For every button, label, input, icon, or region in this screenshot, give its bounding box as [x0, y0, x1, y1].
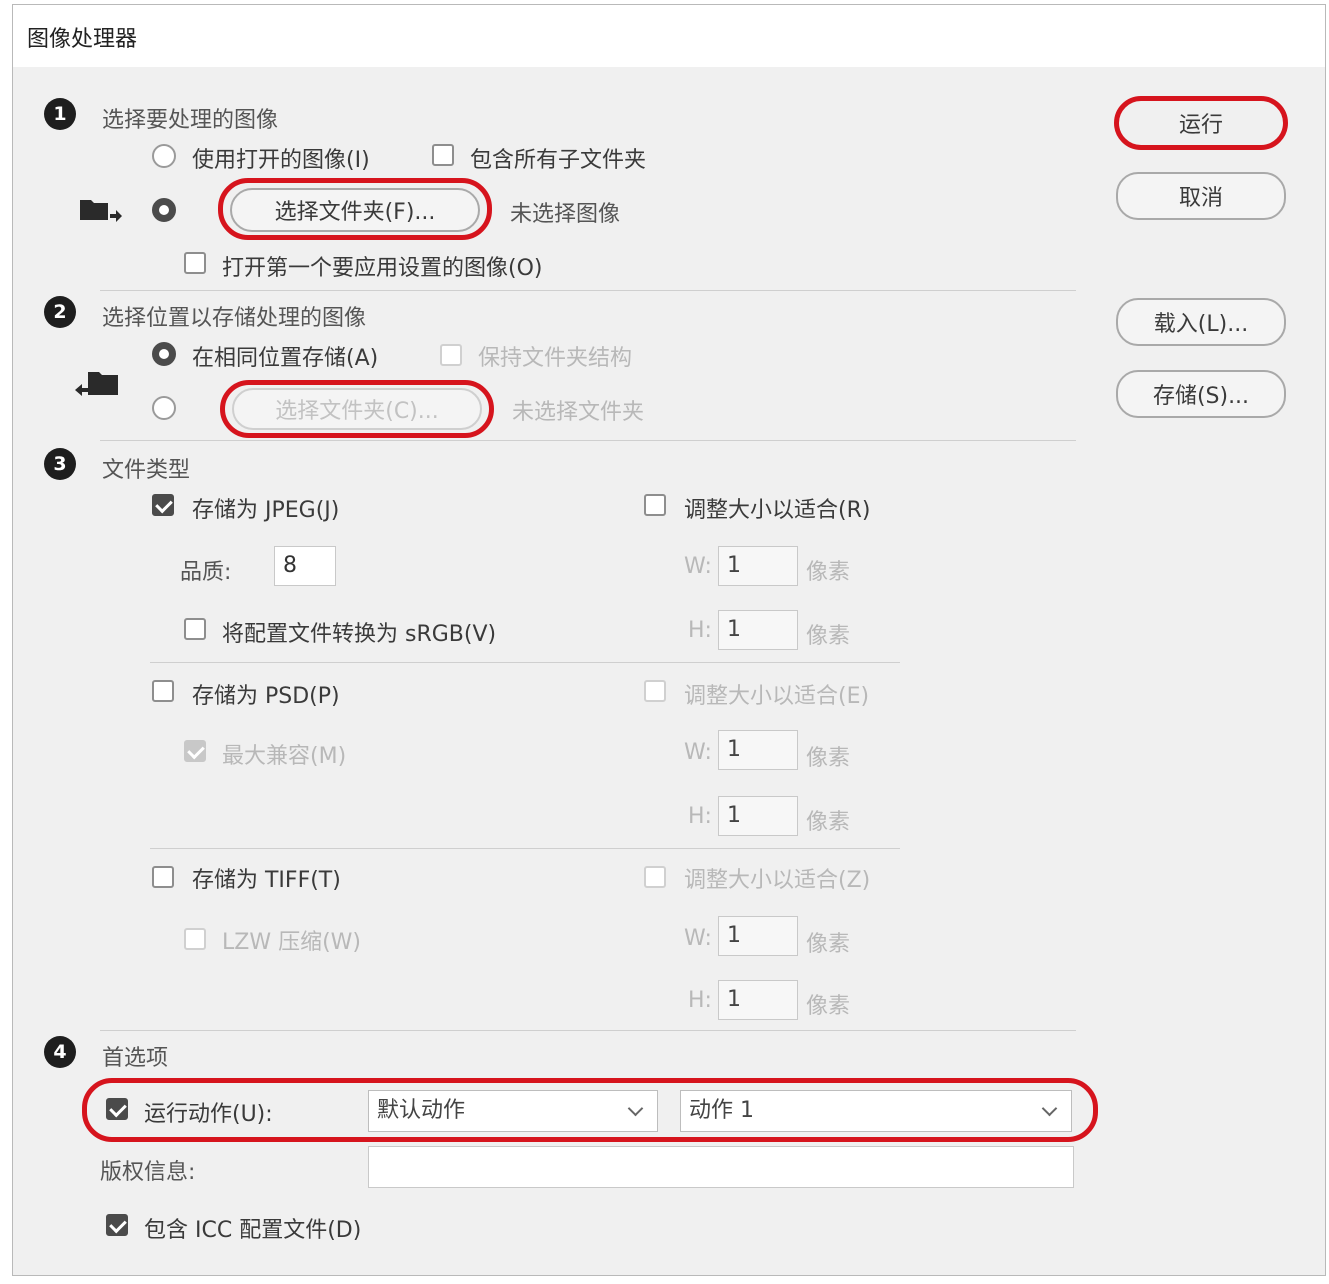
psd-resize-checkbox[interactable] [644, 680, 666, 702]
tiff-height-input[interactable]: 1 [718, 980, 798, 1020]
use-open-images-radio[interactable] [152, 144, 176, 168]
save-as-tiff-label: 存储为 TIFF(T) [192, 868, 341, 893]
run-action-label: 运行动作(U): [144, 1102, 273, 1127]
run-button[interactable]: 运行 [1120, 102, 1282, 144]
convert-srgb-label: 将配置文件转换为 sRGB(V) [222, 622, 497, 647]
section1-title: 选择要处理的图像 [102, 108, 279, 133]
no-folder-status: 未选择文件夹 [512, 400, 645, 425]
keep-folder-structure-checkbox[interactable] [440, 344, 462, 366]
section3-title: 文件类型 [102, 458, 191, 483]
divider [100, 1030, 1076, 1031]
jpeg-resize-label: 调整大小以适合(R) [684, 498, 871, 523]
include-subfolders-label: 包含所有子文件夹 [470, 148, 647, 173]
psd-resize-label: 调整大小以适合(E) [684, 684, 870, 709]
select-destination-radio[interactable] [152, 396, 176, 420]
chevron-down-icon [627, 1100, 644, 1117]
save-as-tiff-checkbox[interactable] [152, 866, 174, 888]
max-compatibility-checkbox[interactable] [184, 740, 206, 762]
step-4-badge: 4 [44, 1036, 76, 1068]
keep-folder-structure-label: 保持文件夹结构 [478, 346, 633, 371]
jpeg-height-label: H: [688, 618, 712, 643]
psd-height-unit: 像素 [806, 810, 851, 835]
jpeg-width-input[interactable]: 1 [718, 546, 798, 586]
save-as-psd-label: 存储为 PSD(P) [192, 684, 340, 709]
section4-title: 首选项 [102, 1046, 169, 1071]
use-open-images-label: 使用打开的图像(I) [192, 148, 370, 173]
include-icc-label: 包含 ICC 配置文件(D) [144, 1218, 362, 1243]
section2-title: 选择位置以存储处理的图像 [102, 306, 367, 331]
select-folder-radio[interactable] [152, 198, 176, 222]
action-set-value: 默认动作 [377, 1098, 466, 1123]
quality-input[interactable]: 8 [274, 546, 336, 586]
run-action-checkbox[interactable] [106, 1098, 128, 1120]
jpeg-height-input[interactable]: 1 [718, 610, 798, 650]
jpeg-resize-checkbox[interactable] [644, 494, 666, 516]
quality-label: 品质: [180, 560, 232, 585]
action-set-dropdown[interactable]: 默认动作 [368, 1090, 658, 1132]
copyright-input[interactable] [368, 1146, 1074, 1188]
jpeg-width-label: W: [684, 554, 712, 579]
psd-width-input[interactable]: 1 [718, 730, 798, 770]
tiff-width-unit: 像素 [806, 932, 851, 957]
source-folder-icon [80, 200, 122, 222]
open-first-image-checkbox[interactable] [184, 252, 206, 274]
tiff-height-unit: 像素 [806, 994, 851, 1019]
save-as-psd-checkbox[interactable] [152, 680, 174, 702]
copyright-label: 版权信息: [100, 1160, 196, 1185]
jpeg-height-unit: 像素 [806, 624, 851, 649]
dialog-title: 图像处理器 [27, 27, 138, 52]
divider [100, 440, 1076, 441]
jpeg-width-unit: 像素 [806, 560, 851, 585]
load-button[interactable]: 载入(L)... [1116, 298, 1286, 346]
save-as-jpeg-checkbox[interactable] [152, 494, 174, 516]
lzw-compression-label: LZW 压缩(W) [222, 930, 361, 955]
tiff-width-label: W: [684, 926, 712, 951]
tiff-width-input[interactable]: 1 [718, 916, 798, 956]
divider [150, 662, 900, 663]
psd-height-label: H: [688, 804, 712, 829]
convert-srgb-checkbox[interactable] [184, 618, 206, 640]
step-3-badge: 3 [44, 448, 76, 480]
open-first-image-label: 打开第一个要应用设置的图像(O) [222, 256, 543, 281]
divider [150, 848, 900, 849]
action-dropdown[interactable]: 动作 1 [680, 1090, 1072, 1132]
action-value: 动作 1 [689, 1098, 754, 1123]
step-1-badge: 1 [44, 98, 76, 130]
tiff-height-label: H: [688, 988, 712, 1013]
include-icc-checkbox[interactable] [106, 1214, 128, 1236]
psd-height-input[interactable]: 1 [718, 796, 798, 836]
psd-width-label: W: [684, 740, 712, 765]
destination-folder-icon [75, 372, 118, 396]
same-location-radio[interactable] [152, 342, 176, 366]
title-bar: 图像处理器 [13, 5, 1325, 67]
tiff-resize-checkbox[interactable] [644, 866, 666, 888]
chevron-down-icon [1041, 1100, 1058, 1117]
save-settings-button[interactable]: 存储(S)... [1116, 370, 1286, 418]
lzw-compression-checkbox[interactable] [184, 928, 206, 950]
no-image-status: 未选择图像 [510, 202, 621, 227]
same-location-label: 在相同位置存储(A) [192, 346, 379, 371]
tiff-resize-label: 调整大小以适合(Z) [684, 868, 871, 893]
save-as-jpeg-label: 存储为 JPEG(J) [192, 498, 340, 523]
max-compatibility-label: 最大兼容(M) [222, 744, 347, 769]
select-source-folder-button[interactable]: 选择文件夹(F)... [230, 188, 480, 232]
cancel-button[interactable]: 取消 [1116, 172, 1286, 220]
select-destination-folder-button[interactable]: 选择文件夹(C)... [232, 388, 482, 430]
divider [100, 290, 1076, 291]
step-2-badge: 2 [44, 296, 76, 328]
psd-width-unit: 像素 [806, 746, 851, 771]
include-subfolders-checkbox[interactable] [432, 144, 454, 166]
